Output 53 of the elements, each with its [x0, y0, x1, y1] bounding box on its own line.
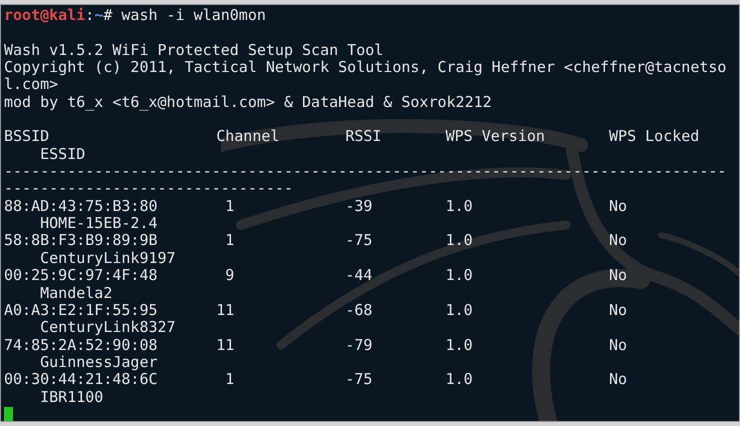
bssid-text: 74:85:2A:52:90:08 — [4, 336, 158, 354]
banner-text: Copyright (c) 2011, Tactical Network Solutions, Craig Heffner <cheffner@tacnetso — [4, 59, 726, 76]
prompt-symbol: # — [103, 7, 112, 24]
column-header: BSSID — [4, 127, 50, 146]
bssid-text: A0:A3:E2:1F:55:95 — [4, 300, 158, 319]
separator-line: -------------------------------------------------------------------------------- — [4, 163, 726, 180]
rssi-text: -75 — [345, 231, 372, 250]
column-header: Channel — [216, 127, 280, 146]
bssid-text: 88:AD:43:75:B3:80 — [4, 196, 158, 215]
rssi-text: -68 — [345, 300, 372, 319]
essid-text: HOME-15EB-2.4 — [40, 215, 158, 232]
bssid-text: 00:25:9C:97:4F:48 — [4, 266, 158, 284]
banner-text: mod by t6_x <t6_x@hotmail.com> & DataHead & Soxrok2212 — [4, 94, 492, 112]
bssid-text: 00:30:44:21:48:6C — [4, 370, 158, 388]
channel-text: 1 — [225, 196, 234, 215]
banner-text: Wash v1.5.2 WiFi Protected Setup Scan Tool — [4, 42, 384, 60]
prompt-user-host: root@kali — [4, 7, 86, 24]
wps-locked-text: No — [609, 198, 628, 216]
channel-text: 11 — [216, 336, 234, 354]
rssi-text: -39 — [345, 196, 372, 215]
column-header: RSSI — [345, 127, 382, 146]
wps-version-text: 1.0 — [446, 370, 473, 388]
wps-locked-text: No — [609, 336, 628, 354]
column-header: WPS Locked — [609, 128, 700, 146]
essid-text: Mandela2 — [40, 284, 112, 302]
prompt-separator: : — [85, 7, 94, 24]
separator-line: -------------------------------- — [4, 180, 293, 198]
essid-text: GuinnessJager — [40, 354, 158, 372]
wps-version-text: 1.0 — [446, 196, 473, 215]
rssi-text: -79 — [345, 336, 372, 354]
wps-version-text: 1.0 — [446, 336, 473, 354]
channel-text: 1 — [225, 231, 234, 250]
prompt-path: ~ — [94, 7, 104, 24]
wps-locked-text: No — [609, 232, 628, 250]
essid-text: IBR1100 — [40, 388, 104, 406]
wps-locked-text: No — [609, 302, 628, 320]
wps-version-text: 1.0 — [446, 266, 473, 284]
wps-locked-text: No — [609, 267, 628, 284]
banner-text: l.com> — [4, 76, 58, 94]
wps-version-text: 1.0 — [446, 300, 473, 319]
channel-text: 9 — [225, 266, 234, 284]
rssi-text: -75 — [345, 370, 372, 388]
essid-text: CenturyLink9197 — [40, 250, 176, 268]
command-text: wash -i wlan0mon — [121, 7, 266, 24]
bssid-text: 58:8B:F3:B9:89:9B — [4, 231, 158, 250]
wps-version-text: 1.0 — [446, 231, 473, 250]
column-header: ESSID — [40, 146, 86, 164]
column-header: WPS Version — [446, 127, 545, 146]
channel-text: 1 — [225, 370, 234, 388]
rssi-text: -44 — [345, 266, 372, 284]
essid-text: CenturyLink8327 — [40, 319, 176, 337]
wps-locked-text: No — [609, 371, 628, 389]
channel-text: 11 — [216, 300, 234, 319]
